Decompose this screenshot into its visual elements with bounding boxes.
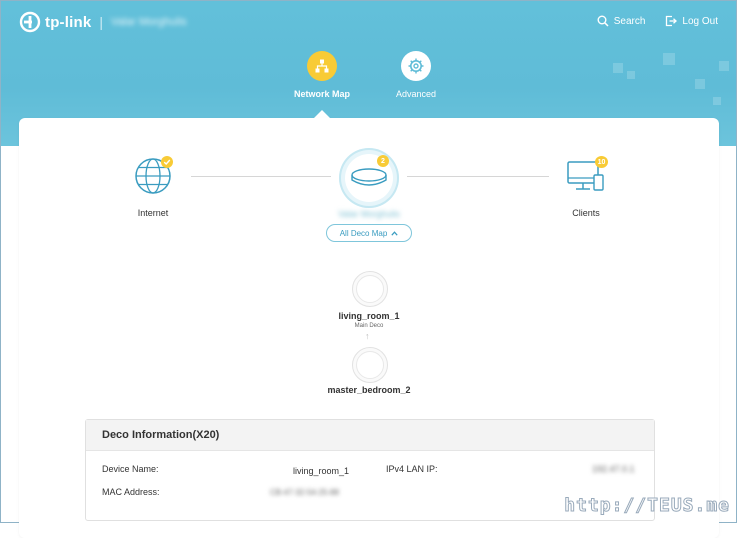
all-deco-map-label: All Deco Map <box>339 228 388 238</box>
status-ok-icon <box>161 156 173 168</box>
tab-network-map-label: Network Map <box>293 89 350 99</box>
network-map-icon <box>307 51 337 81</box>
device-name-value: living_room_1 <box>293 466 350 476</box>
connection-line <box>191 176 331 177</box>
device-name-label: Device Name: <box>102 464 159 474</box>
network-name: Valar Morghulis <box>111 16 187 28</box>
watermark: http://TEUS.me <box>564 495 730 517</box>
search-icon <box>597 15 609 27</box>
clients-node[interactable]: 10 Clients <box>554 156 618 218</box>
mac-label: MAC Address: <box>102 487 160 497</box>
main-network-name: Valar Morghulis <box>338 209 400 219</box>
main-deco-node[interactable] <box>339 148 399 208</box>
brand-name: tp-link <box>45 13 92 31</box>
logout-button[interactable]: Log Out <box>665 15 718 27</box>
gear-icon <box>401 51 431 81</box>
search-button[interactable]: Search <box>597 15 646 27</box>
tab-network-map[interactable]: Network Map <box>282 51 362 99</box>
logout-icon <box>666 15 678 27</box>
connection-line <box>407 176 549 177</box>
deco-device-icon <box>356 351 384 379</box>
chevron-up-icon <box>391 230 398 236</box>
mac-value: CB-47-32-54-25-88 <box>270 488 339 497</box>
tp-link-logo-icon <box>19 11 41 33</box>
internet-node[interactable]: Internet <box>121 156 185 218</box>
divider: | <box>99 14 104 30</box>
tab-advanced-label: Advanced <box>395 89 437 99</box>
uplink-arrow-icon: ↑ <box>365 331 370 341</box>
deco-info-title: Deco Information(X20) <box>86 420 654 451</box>
active-tab-caret <box>314 110 330 118</box>
deco-node-master-bedroom[interactable] <box>352 347 388 383</box>
deco-role: Main Deco <box>354 323 384 329</box>
internet-label: Internet <box>137 208 169 218</box>
clients-count-badge: 10 <box>595 156 608 168</box>
brand-logo[interactable]: tp-link | Valar Morghulis <box>19 11 187 33</box>
ipv4-label: IPv4 LAN IP: <box>386 464 438 474</box>
connected-decos-badge: 2 <box>377 155 389 167</box>
all-deco-map-button[interactable]: All Deco Map <box>326 224 412 242</box>
ipv4-value: 192.47.0.1 <box>592 464 635 474</box>
clients-label: Clients <box>572 208 600 218</box>
deco-device-icon <box>356 275 384 303</box>
deco-name: master_bedroom_2 <box>327 385 411 395</box>
deco-name: living_room_1 <box>338 311 400 321</box>
search-label: Search <box>613 15 646 27</box>
logout-label: Log Out <box>682 15 718 27</box>
deco-node-living-room[interactable] <box>352 271 388 307</box>
tab-advanced[interactable]: Advanced <box>376 51 456 99</box>
